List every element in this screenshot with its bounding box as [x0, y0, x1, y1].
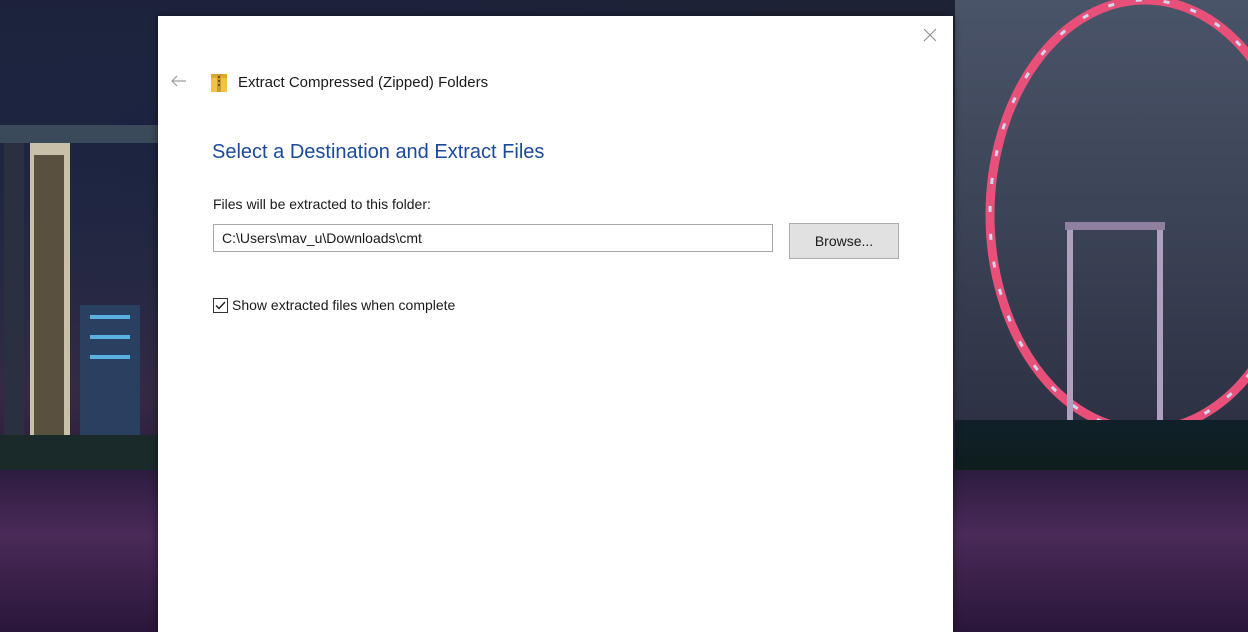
- browse-button[interactable]: Browse...: [789, 223, 899, 259]
- dialog-title: Extract Compressed (Zipped) Folders: [238, 73, 489, 91]
- back-arrow-icon: [171, 75, 186, 87]
- show-files-checkbox[interactable]: [213, 297, 228, 313]
- wallpaper-ferris-wheel: [985, 0, 1248, 435]
- destination-label: Files will be extracted to this folder:: [213, 196, 431, 212]
- destination-path-input[interactable]: [213, 224, 773, 252]
- checkmark-icon: [215, 301, 226, 309]
- show-files-label: Show extracted files when complete: [232, 297, 456, 313]
- show-files-option[interactable]: Show extracted files when complete: [213, 297, 455, 313]
- page-heading: Select a Destination and Extract Files: [212, 141, 545, 163]
- wallpaper-city-skyline: [0, 125, 158, 475]
- extract-dialog: Extract Compressed (Zipped) Folders Sele…: [158, 16, 953, 632]
- back-button[interactable]: [168, 70, 190, 92]
- close-icon: [923, 28, 937, 42]
- dialog-title-row: Extract Compressed (Zipped) Folders: [211, 71, 488, 93]
- close-button[interactable]: [917, 22, 943, 48]
- zip-folder-icon: [211, 74, 227, 92]
